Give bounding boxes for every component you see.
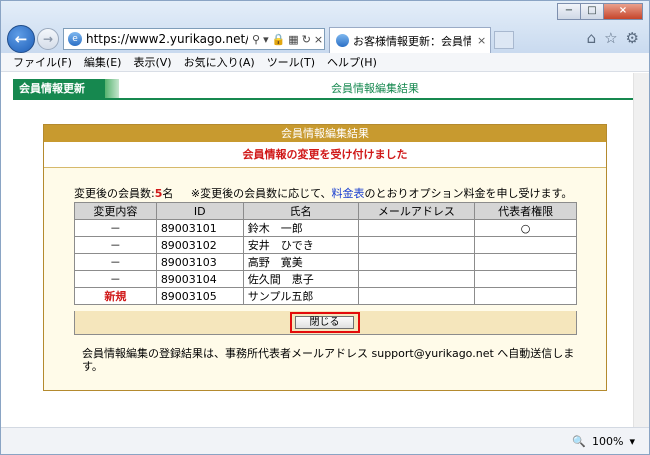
stop-icon[interactable]: ×: [314, 33, 323, 46]
settings-gear-icon[interactable]: ⚙: [626, 29, 639, 47]
menu-view[interactable]: 表示(V): [133, 54, 171, 70]
cell-name: 佐久間 恵子: [242, 270, 359, 288]
panel-title: 会員情報編集結果: [44, 125, 606, 142]
compat-icon[interactable]: ▦: [288, 33, 298, 46]
back-button[interactable]: ←: [7, 25, 35, 53]
table-row: － 89003104 佐久間 恵子: [74, 270, 577, 288]
cell-rep: [474, 236, 577, 254]
window-controls: − □ ×: [557, 3, 643, 20]
cell-rep: [474, 287, 577, 305]
col-rep: 代表者権限: [474, 202, 577, 220]
col-name: 氏名: [242, 202, 359, 220]
menu-tools[interactable]: ツール(T): [267, 54, 315, 70]
button-row: 閉じる: [74, 311, 577, 335]
refresh-icon[interactable]: ↻: [302, 33, 311, 46]
address-url[interactable]: https://www2.yurikago.net/pl: [86, 32, 248, 46]
browser-window: − □ × ← → e https://www2.yurikago.net/pl…: [0, 0, 650, 455]
forward-button[interactable]: →: [37, 28, 59, 50]
browser-toolbar-right: ⌂ ☆ ⚙: [587, 29, 639, 47]
col-change: 変更内容: [74, 202, 157, 220]
address-bar[interactable]: e https://www2.yurikago.net/pl ⚲ ▾ 🔒 ▦ ↻…: [63, 28, 325, 50]
tab-close-icon[interactable]: ×: [477, 34, 486, 47]
cell-id: 89003103: [155, 253, 244, 271]
cell-email: [357, 287, 476, 305]
cell-change: －: [74, 236, 157, 254]
close-window-button[interactable]: ×: [603, 3, 643, 20]
title-bar: − □ × ← → e https://www2.yurikago.net/pl…: [1, 1, 649, 53]
footer-note: 会員情報編集の登録結果は、事務所代表者メールアドレス support@yurik…: [82, 347, 575, 373]
new-tab-button[interactable]: [494, 31, 514, 49]
cell-change: －: [74, 253, 157, 271]
cell-email: [357, 253, 476, 271]
browser-tab-active[interactable]: お客様情報更新：会員情... ×: [329, 27, 491, 53]
cell-email: [357, 236, 476, 254]
menu-file[interactable]: ファイル(F): [13, 54, 72, 70]
member-count-line: 変更後の会員数:5名 ※変更後の会員数に応じて、料金表のとおりオプション料金を申…: [74, 185, 572, 201]
close-button-highlight: 閉じる: [290, 312, 360, 333]
section-label: 会員情報更新: [13, 79, 113, 98]
cell-rep: [474, 253, 577, 271]
lock-icon[interactable]: 🔒: [272, 33, 286, 46]
col-email: メールアドレス: [357, 202, 476, 220]
section-label-accent: [105, 79, 119, 98]
cell-change: －: [74, 219, 157, 237]
fee-note-prefix: ※変更後の会員数に応じて、: [190, 187, 332, 200]
page-header-title: 会員情報編集結果: [331, 82, 419, 95]
minimize-button[interactable]: −: [557, 3, 581, 20]
cell-name: 鈴木 一郎: [242, 219, 359, 237]
table-row: － 89003101 鈴木 一郎 ○: [74, 219, 577, 237]
members-table: 変更内容 ID 氏名 メールアドレス 代表者権限 － 89003101 鈴木 一…: [74, 202, 577, 305]
favorites-star-icon[interactable]: ☆: [604, 29, 617, 47]
menu-bar: ファイル(F) 編集(E) 表示(V) お気に入り(A) ツール(T) ヘルプ(…: [1, 53, 649, 72]
cell-id: 89003104: [155, 270, 244, 288]
home-icon[interactable]: ⌂: [587, 29, 597, 47]
cell-id: 89003101: [155, 219, 244, 237]
cell-name: サンプル五郎: [242, 287, 359, 305]
tab-title: お客様情報更新：会員情...: [353, 34, 471, 48]
cell-change: －: [74, 270, 157, 288]
result-panel: 会員情報編集結果 会員情報の変更を受け付けました 変更後の会員数:5名 ※変更後…: [43, 124, 607, 391]
zoom-icon: 🔍: [572, 435, 587, 448]
maximize-button[interactable]: □: [580, 3, 604, 20]
success-message: 会員情報の変更を受け付けました: [44, 142, 606, 168]
search-icon[interactable]: ⚲: [252, 33, 260, 46]
cell-name: 安井 ひでき: [242, 236, 359, 254]
menu-help[interactable]: ヘルプ(H): [327, 54, 377, 70]
cell-email: [357, 219, 476, 237]
count-unit: 名: [162, 187, 174, 200]
header-divider: [13, 98, 635, 100]
vertical-scrollbar[interactable]: [633, 73, 649, 427]
close-button[interactable]: 閉じる: [295, 316, 354, 329]
fee-note-suffix: のとおりオプション料金を申し受けます。: [364, 187, 573, 200]
menu-edit[interactable]: 編集(E): [84, 54, 122, 70]
site-globe-icon: e: [68, 32, 82, 46]
cell-rep: [474, 270, 577, 288]
table-row: － 89003103 高野 寛美: [74, 253, 577, 271]
zoom-dropdown-icon[interactable]: ▾: [629, 435, 635, 448]
tab-globe-icon: [336, 34, 349, 47]
zoom-control[interactable]: 🔍 100% ▾: [572, 435, 635, 448]
cell-id: 89003105: [155, 287, 244, 305]
dropdown-arrow-icon[interactable]: ▾: [263, 33, 269, 46]
status-bar: 🔍 100% ▾: [1, 427, 649, 454]
cell-id: 89003102: [155, 236, 244, 254]
menu-favorites[interactable]: お気に入り(A): [184, 54, 255, 70]
fee-table-link[interactable]: 料金表: [332, 187, 365, 200]
page-content: 会員情報更新 会員情報編集結果 会員情報編集結果 会員情報の変更を受け付けました…: [1, 73, 635, 427]
cell-rep: ○: [474, 219, 577, 237]
cell-email: [357, 270, 476, 288]
table-row: 新規 89003105 サンプル五郎: [74, 287, 577, 305]
cell-change-new: 新規: [74, 287, 157, 305]
table-header-row: 変更内容 ID 氏名 メールアドレス 代表者権限: [74, 202, 577, 220]
address-tools: ⚲ ▾ 🔒 ▦ ↻ ×: [252, 33, 323, 46]
count-prefix: 変更後の会員数:: [74, 187, 155, 200]
col-id: ID: [155, 202, 244, 220]
zoom-level: 100%: [592, 435, 624, 448]
cell-name: 高野 寛美: [242, 253, 359, 271]
table-row: － 89003102 安井 ひでき: [74, 236, 577, 254]
